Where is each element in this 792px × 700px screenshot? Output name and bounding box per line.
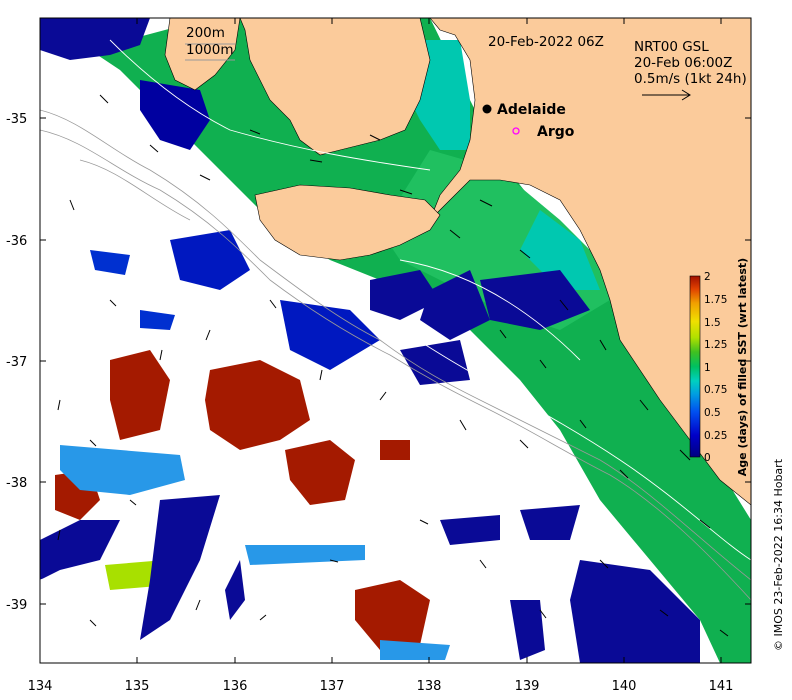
x-tick-label: 138 [417, 679, 442, 694]
plot-area [40, 18, 751, 663]
x-tick-label: 141 [709, 679, 734, 694]
y-tick-label: -35 [6, 112, 27, 127]
argo-label: Argo [537, 124, 575, 140]
x-tick-label: 134 [28, 679, 53, 694]
contour-label-200m: 200m [186, 25, 225, 41]
contour-label-1000m: 1000m [186, 42, 234, 58]
adelaide-marker [482, 104, 492, 114]
sst-age-map: 134 135 136 137 138 139 140 141 -35 -36 … [6, 17, 785, 694]
x-tick-label: 137 [320, 679, 345, 694]
colorbar-tick: 1.25 [704, 339, 727, 351]
product-time: 20-Feb 06:00Z [634, 55, 732, 71]
credit-label: © IMOS 23-Feb-2022 16:34 Hobart [772, 458, 785, 651]
colorbar-tick: 0.5 [704, 407, 721, 419]
y-tick-label: -38 [6, 476, 27, 491]
vector-scale-label: 0.5m/s (1kt 24h) [634, 71, 747, 87]
x-tick-label: 139 [515, 679, 540, 694]
colorbar-tick: 0.75 [704, 384, 727, 396]
x-tick-label: 140 [612, 679, 637, 694]
y-tick-label: -39 [6, 598, 27, 613]
colorbar-tick: 1 [704, 362, 711, 374]
x-tick-label: 136 [223, 679, 248, 694]
product-label: NRT00 GSL [634, 39, 709, 55]
colorbar-tick: 0.25 [704, 430, 727, 442]
x-tick-label: 135 [125, 679, 150, 694]
colorbar-tick: 1.5 [704, 317, 721, 329]
date-label: 20-Feb-2022 06Z [488, 34, 604, 50]
colorbar-tick: 1.75 [704, 294, 727, 306]
colorbar-tick: 0 [704, 452, 711, 464]
y-tick-label: -37 [6, 355, 27, 370]
colorbar-title: Age (days) of filled SST (wrt latest) [736, 258, 749, 476]
colorbar-tick: 2 [704, 271, 711, 283]
adelaide-label: Adelaide [497, 102, 566, 118]
y-tick-label: -36 [6, 234, 27, 249]
